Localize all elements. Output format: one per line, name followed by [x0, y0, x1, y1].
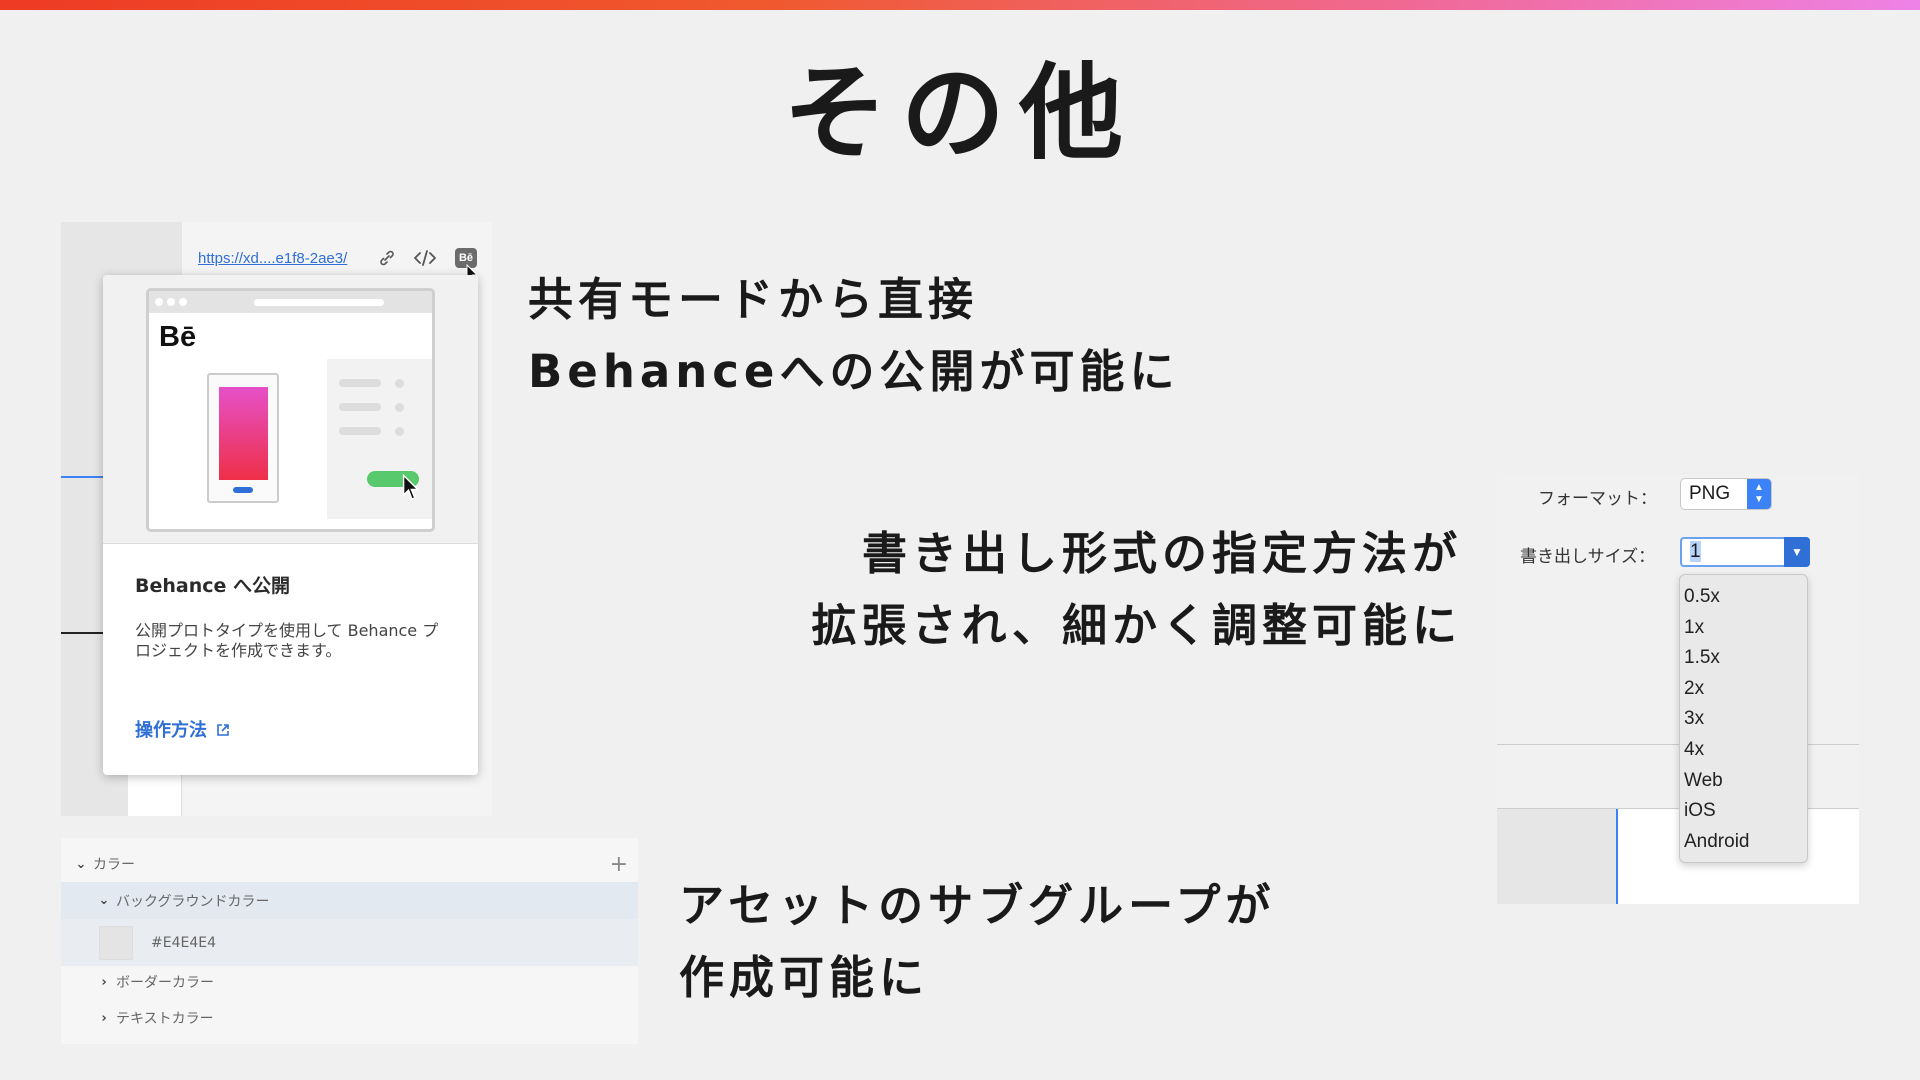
format-value: PNG	[1689, 483, 1731, 504]
popover-description: 公開プロトタイプを使用して Behance プロジェクトを作成できます。	[135, 621, 439, 660]
asset-subgroup-label: ボーダーカラー	[116, 975, 214, 991]
asset-group-colors[interactable]: ⌄ カラー	[61, 850, 638, 878]
behance-logo: Bē	[159, 321, 197, 353]
caption-line: 書き出し形式の指定方法が	[861, 527, 1462, 580]
color-swatch	[99, 925, 133, 960]
size-option[interactable]: Web	[1680, 766, 1807, 797]
caption-line: 共有モードから直接	[528, 273, 979, 326]
link-icon[interactable]	[375, 246, 399, 270]
export-size-input[interactable]: 1 ▼	[1680, 537, 1810, 567]
canvas-sidebar	[1497, 809, 1618, 904]
caption-line: アセットのサブグループが	[679, 879, 1276, 932]
asset-subgroup-border[interactable]: › ボーダーカラー	[61, 968, 638, 996]
chevron-down-icon[interactable]: ▼	[1784, 537, 1810, 567]
asset-subgroup-label: バックグラウンドカラー	[116, 893, 270, 910]
behance-illustration: Bē	[103, 275, 478, 544]
size-option[interactable]: 3x	[1680, 704, 1807, 735]
phone-mockup	[207, 373, 279, 503]
share-url-link[interactable]: https://xd....e1f8-2ae3/	[198, 250, 347, 267]
format-select[interactable]: PNG ▲ ▼	[1680, 478, 1772, 510]
pointer-icon	[402, 474, 420, 501]
caption-line: Behanceへの公開が可能に	[528, 345, 1180, 398]
stepper-arrows-icon: ▲ ▼	[1747, 479, 1771, 509]
share-mode-screenshot: https://xd....e1f8-2ae3/ Bē Bē Behance へ…	[61, 222, 492, 816]
slide-title: その他	[782, 52, 1137, 174]
how-to-link[interactable]: 操作方法	[135, 716, 230, 742]
caption-line: 作成可能に	[679, 951, 930, 1004]
behance-popover: Bē Behance へ公開 公開プロトタイプを使用して Behance プロジ…	[103, 275, 478, 775]
caption-line: 拡張され、細かく調整可能に	[811, 599, 1462, 652]
export-size-value: 1	[1690, 541, 1701, 562]
color-swatch-row[interactable]: #E4E4E4	[61, 919, 638, 966]
caption-assets: アセットのサブグループが 作成可能に	[679, 870, 1275, 1014]
chevron-right-icon: ›	[101, 1010, 107, 1026]
asset-subgroup-background[interactable]: ⌄ バックグラウンドカラー	[61, 882, 638, 919]
divider	[61, 632, 106, 634]
external-link-icon	[217, 724, 230, 736]
size-option[interactable]: 1.5x	[1680, 643, 1807, 674]
size-option[interactable]: 0.5x	[1680, 582, 1807, 613]
size-option[interactable]: 1x	[1680, 613, 1807, 644]
accent-gradient-bar	[0, 0, 1920, 10]
size-option[interactable]: iOS	[1680, 796, 1807, 827]
export-size-menu: 0.5x 1x 1.5x 2x 3x 4x Web iOS Android	[1679, 574, 1808, 863]
chevron-down-icon: ⌄	[75, 856, 87, 872]
caption-export: 書き出し形式の指定方法が 拡張され、細かく調整可能に	[812, 518, 1462, 662]
plus-icon[interactable]: +	[610, 852, 628, 877]
asset-subgroup-label: テキストカラー	[116, 1011, 214, 1027]
size-option[interactable]: 2x	[1680, 674, 1807, 705]
code-icon[interactable]	[413, 246, 437, 270]
asset-subgroup-text[interactable]: › テキストカラー	[61, 1004, 638, 1032]
selection-line	[61, 476, 106, 478]
asset-group-label: カラー	[93, 857, 135, 873]
browser-mockup: Bē	[146, 288, 435, 532]
caption-behance: 共有モードから直接 Behanceへの公開が可能に	[528, 264, 1179, 408]
chevron-right-icon: ›	[101, 974, 107, 990]
format-label: フォーマット：	[1538, 489, 1657, 509]
size-option[interactable]: 4x	[1680, 735, 1807, 766]
size-option[interactable]: Android	[1680, 827, 1807, 858]
export-settings-screenshot: フォーマット： PNG ▲ ▼ 書き出しサイズ： 1 ▼ 0.5x 1x 1.5x…	[1497, 474, 1859, 904]
assets-panel-screenshot: ⌄ カラー + ⌄ バックグラウンドカラー #E4E4E4 › ボーダーカラー …	[61, 838, 638, 1044]
export-size-label: 書き出しサイズ：	[1520, 547, 1656, 567]
color-hex-value: #E4E4E4	[151, 934, 216, 951]
chevron-down-icon: ⌄	[98, 893, 110, 908]
how-to-link-label: 操作方法	[135, 720, 207, 741]
popover-title: Behance へ公開	[135, 575, 291, 597]
